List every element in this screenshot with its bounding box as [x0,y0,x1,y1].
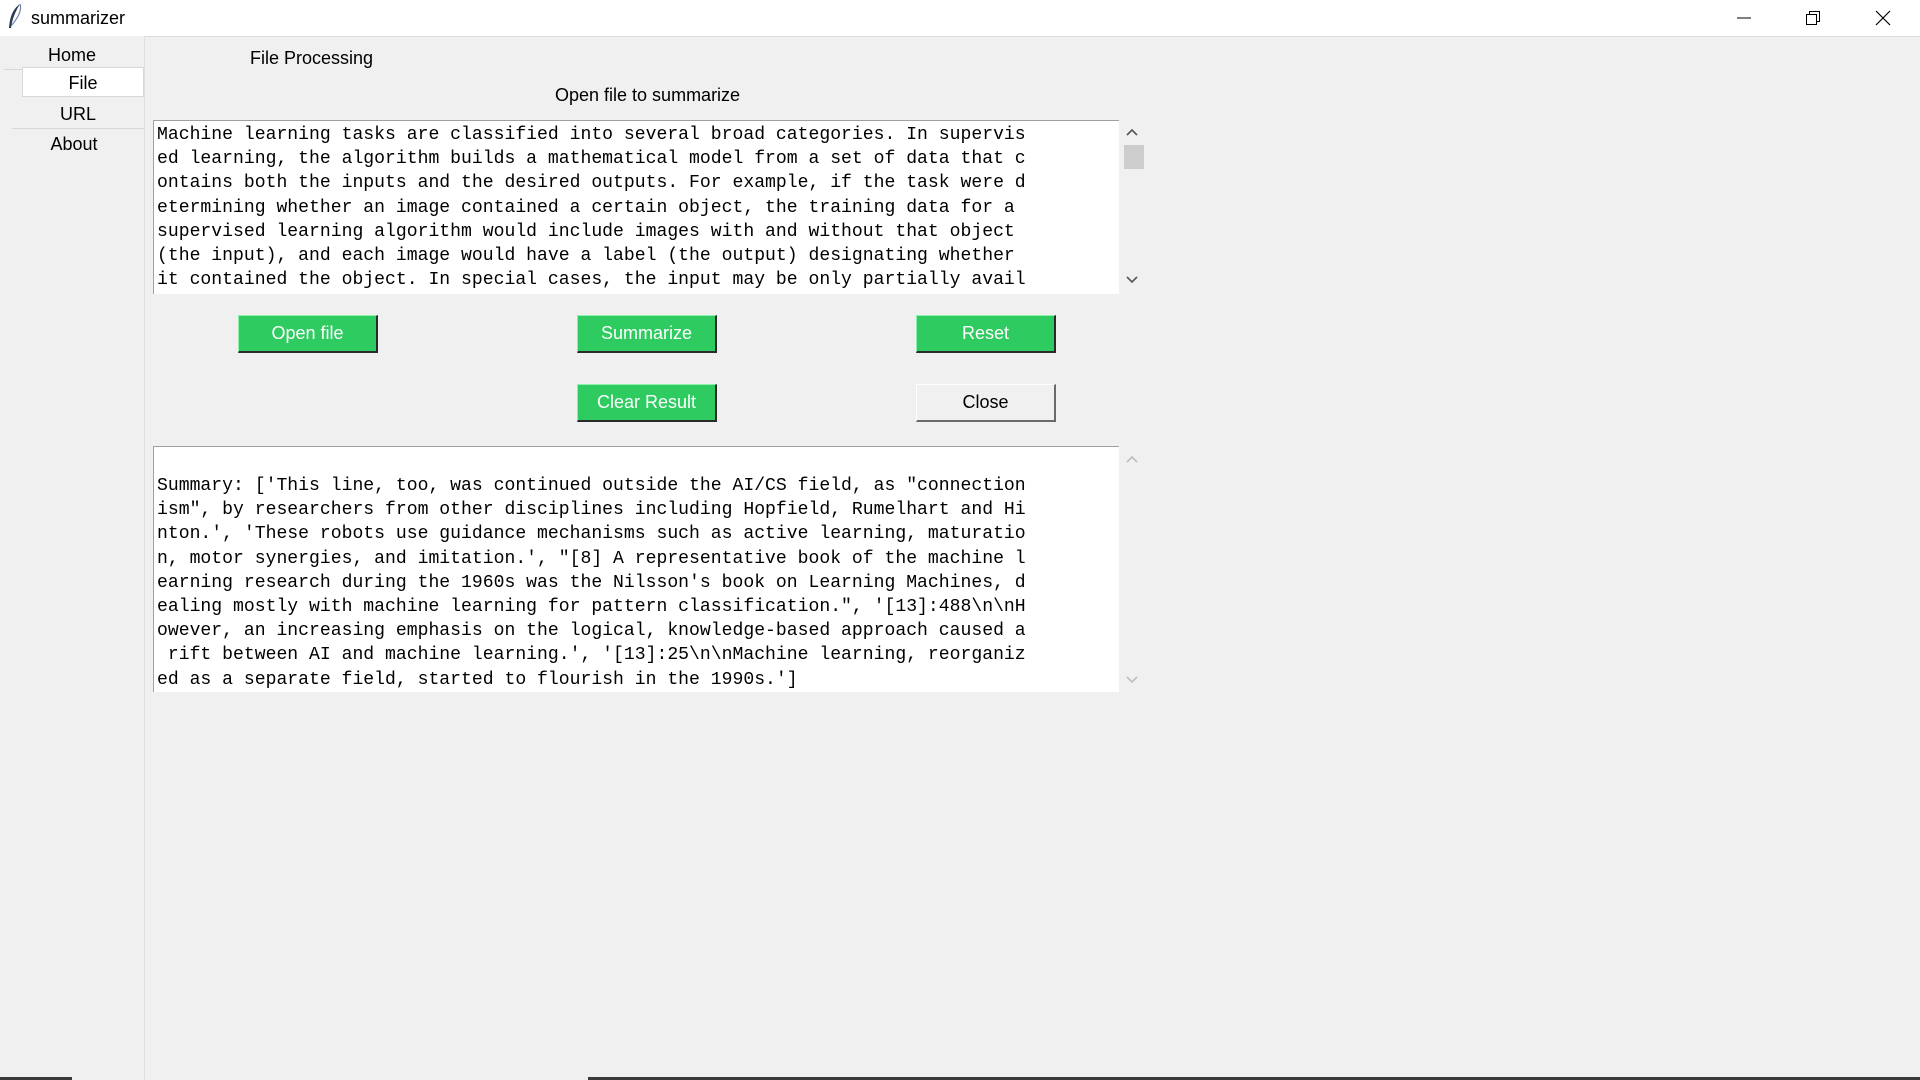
title-bar: summarizer [0,0,1920,37]
scroll-down-arrow[interactable] [1124,672,1140,688]
summarize-button[interactable]: Summarize [577,315,717,353]
close-window-button[interactable] [1848,0,1918,36]
section-title: File Processing [250,48,374,68]
sidebar-item-home[interactable]: Home [4,40,140,70]
restore-button[interactable] [1778,0,1848,36]
chevron-down-icon [1126,276,1138,284]
scroll-down-arrow[interactable] [1124,272,1140,288]
sidebar-item-file[interactable]: File [22,67,144,97]
input-text-area[interactable]: Machine learning tasks are classified in… [153,120,1119,294]
open-file-button[interactable]: Open file [238,315,378,353]
restore-icon [1806,11,1820,25]
sidebar-item-label: File [68,73,98,93]
scroll-up-arrow[interactable] [1124,124,1140,140]
sidebar-item-label: URL [59,104,96,124]
chevron-up-icon [1126,128,1138,136]
sidebar-item-about[interactable]: About [4,129,144,159]
result-text: Summary: ['This line, too, was continued… [157,476,1026,690]
minimize-icon [1737,17,1751,19]
close-button[interactable]: Close [916,384,1056,422]
clear-result-button[interactable]: Clear Result [577,384,717,422]
sidebar-item-url[interactable]: URL [12,99,144,129]
feather-icon [9,3,22,28]
window-title: summarizer [31,8,126,28]
scrollbar-thumb[interactable] [1124,145,1144,169]
scroll-up-arrow[interactable] [1124,451,1140,467]
sidebar-item-label: About [50,134,98,154]
page-subtitle: Open file to summarize [555,85,741,105]
reset-button[interactable]: Reset [916,315,1056,353]
chevron-up-icon [1126,455,1138,463]
result-text-area[interactable]: Summary: ['This line, too, was continued… [153,446,1119,692]
sidebar-item-label: Home [47,45,96,65]
chevron-down-icon [1126,676,1138,684]
sidebar: Home File URL About [0,36,145,1080]
input-text: Machine learning tasks are classified in… [157,125,1026,291]
close-icon [1875,10,1891,26]
minimize-button[interactable] [1709,0,1779,36]
